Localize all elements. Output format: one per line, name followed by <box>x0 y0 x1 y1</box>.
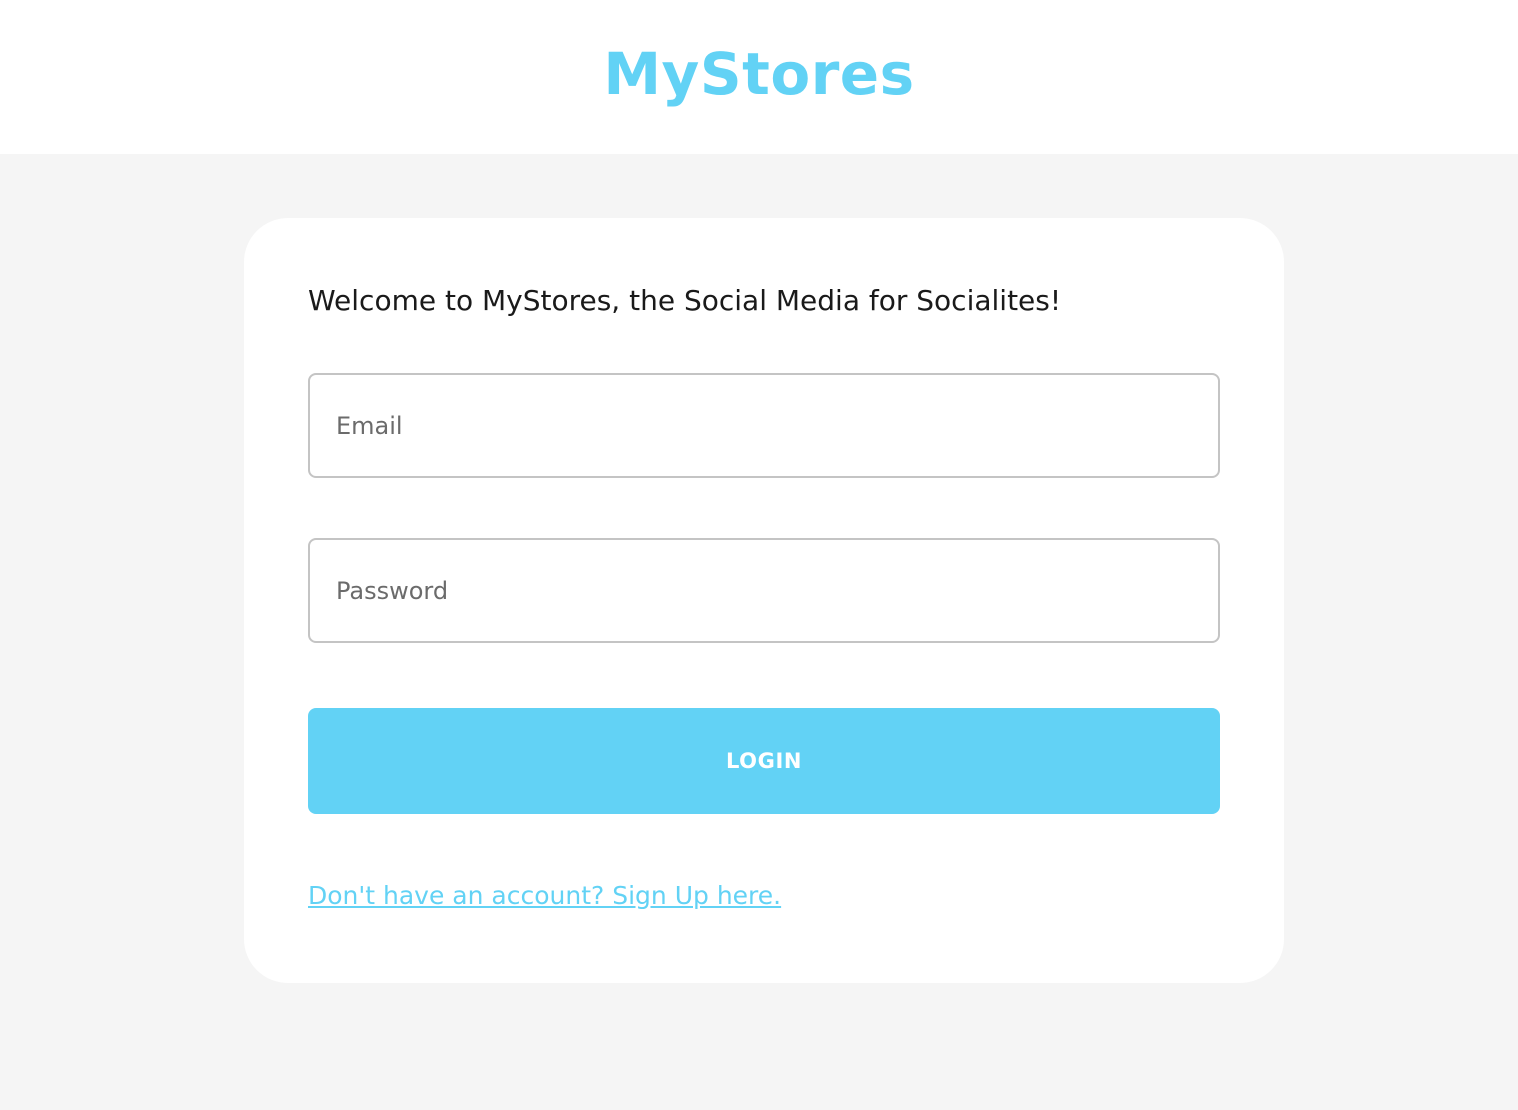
app-header: MyStores <box>0 0 1518 154</box>
signup-link[interactable]: Don't have an account? Sign Up here. <box>308 881 781 910</box>
login-card: Welcome to MyStores, the Social Media fo… <box>244 218 1284 983</box>
email-field[interactable] <box>308 373 1220 478</box>
password-field[interactable] <box>308 538 1220 643</box>
brand-logo[interactable]: MyStores <box>603 45 914 103</box>
welcome-heading: Welcome to MyStores, the Social Media fo… <box>308 284 1062 317</box>
login-button[interactable]: LOGIN <box>308 708 1220 814</box>
